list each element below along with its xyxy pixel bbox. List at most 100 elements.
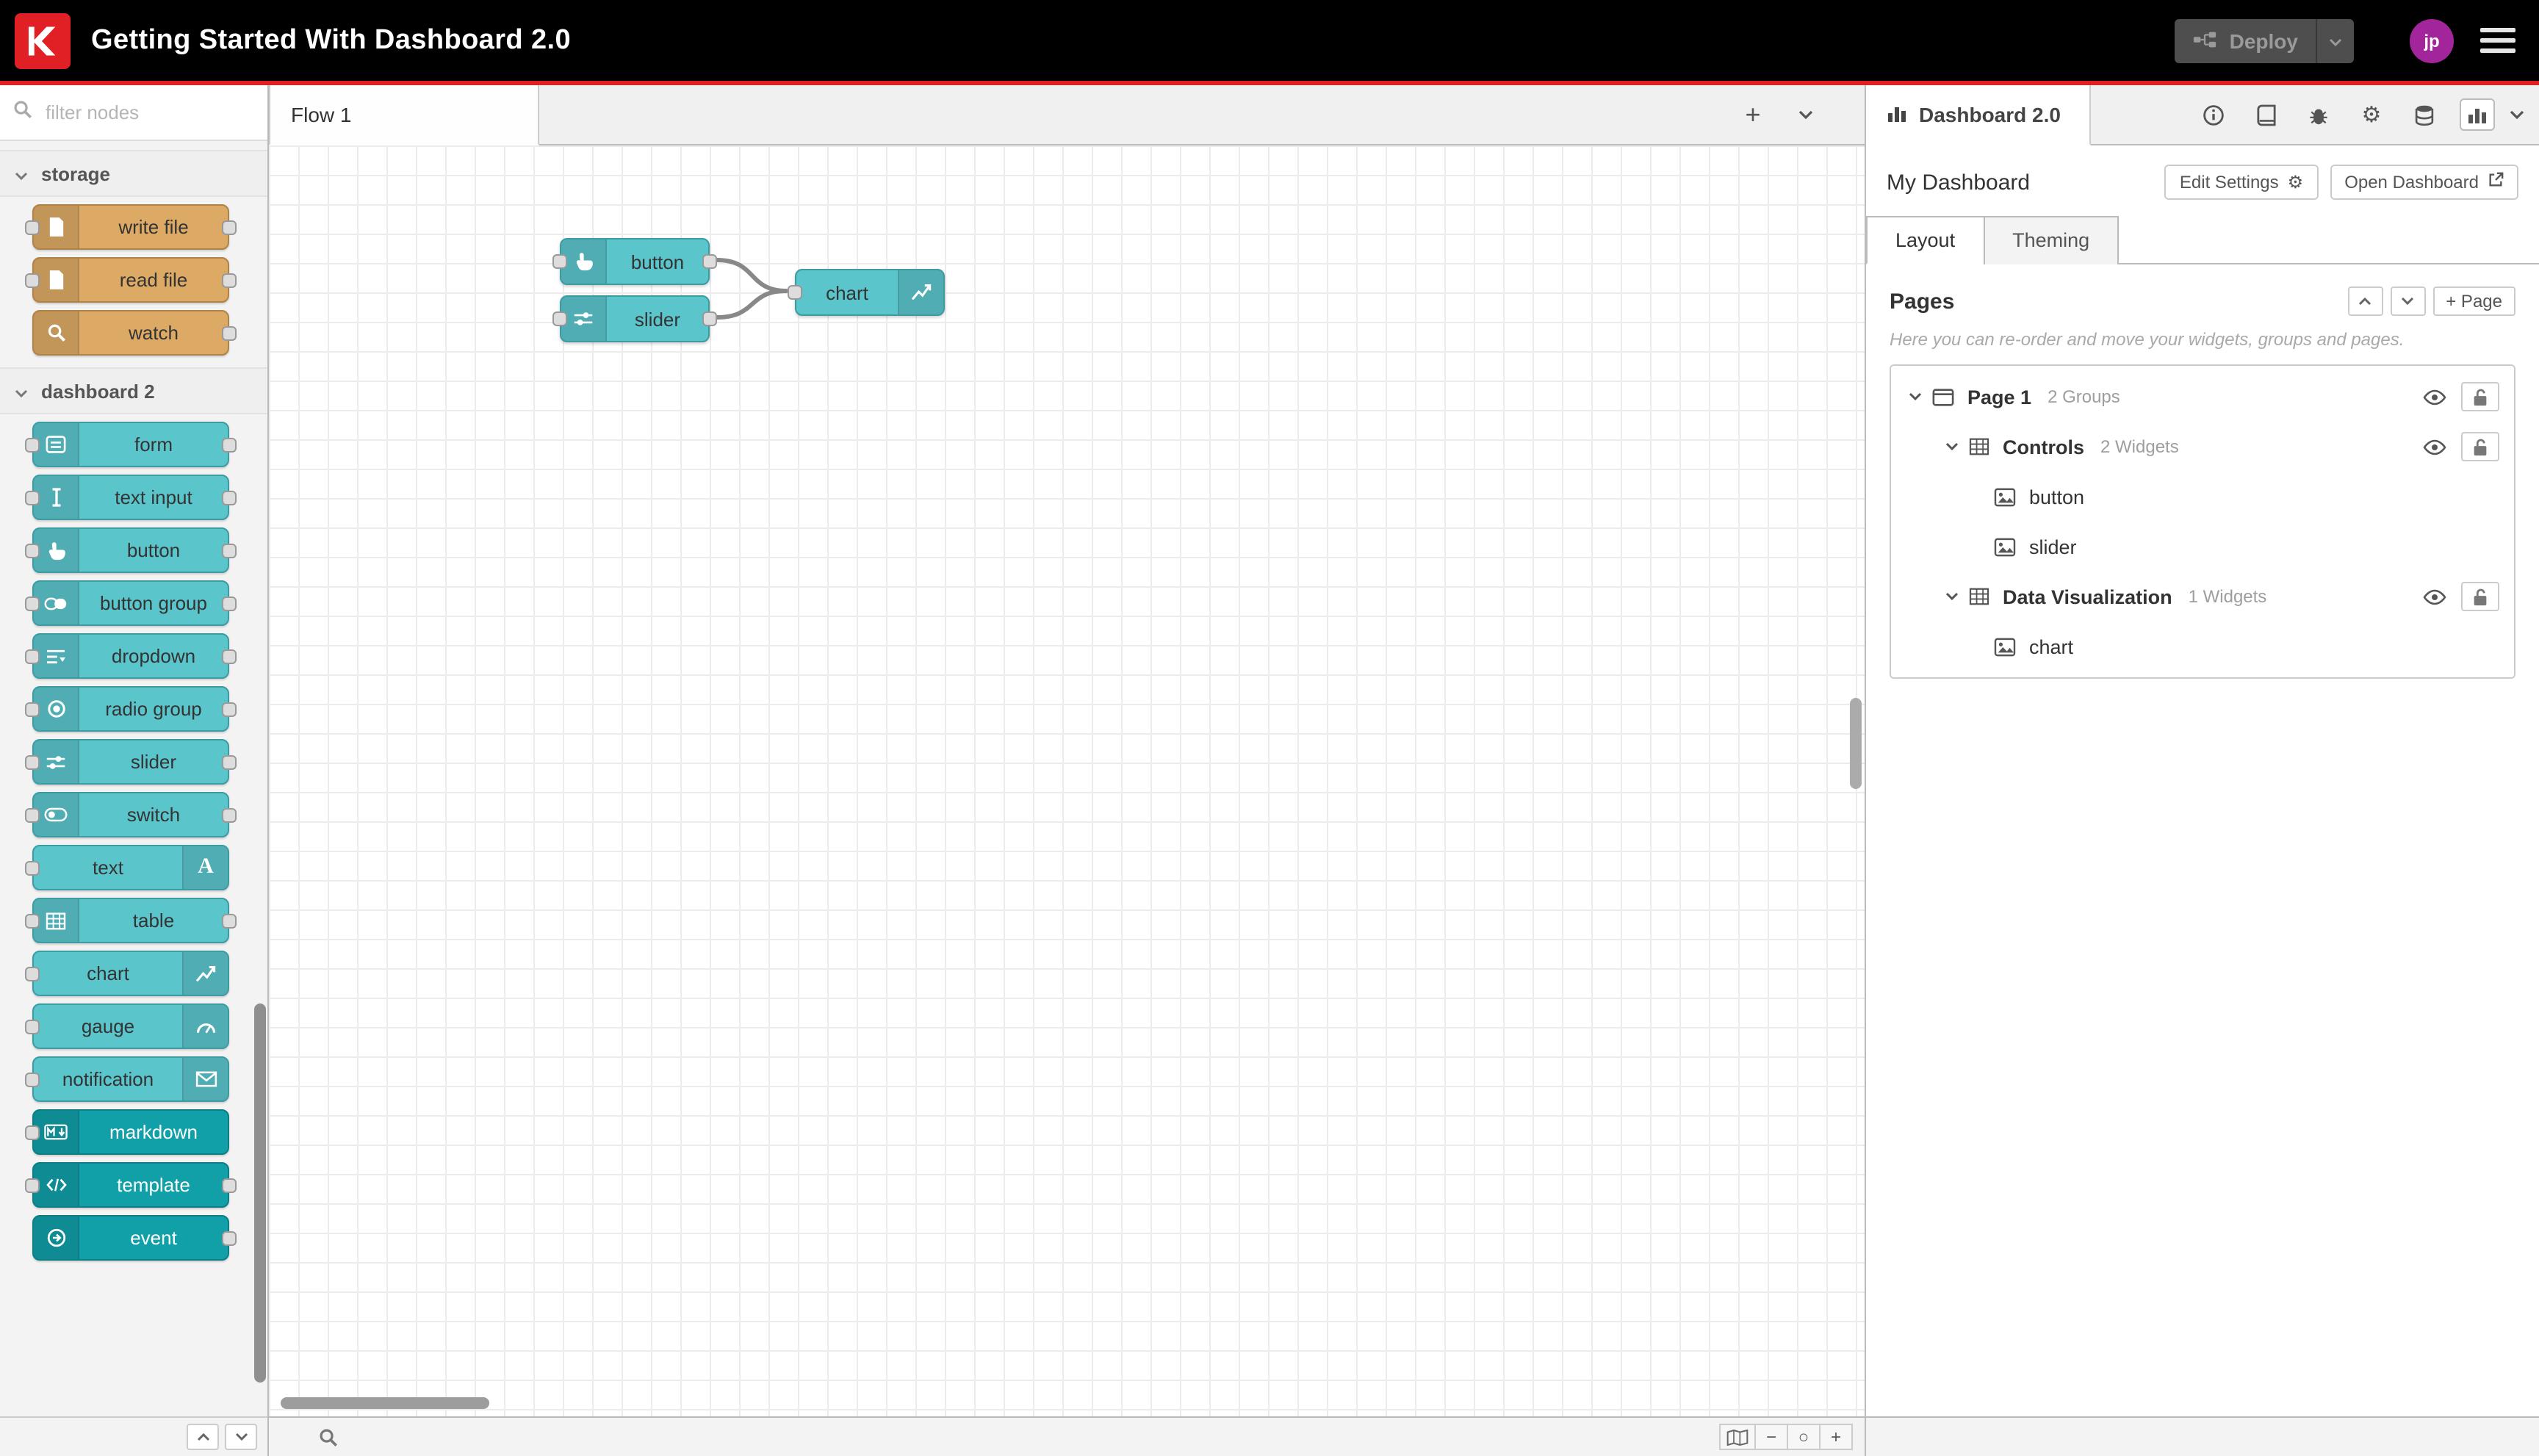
eye-icon[interactable] [2423,439,2446,455]
help-book-icon[interactable] [2248,98,2283,131]
tree-row-widget-slider[interactable]: slider [1891,522,2514,572]
palette-category-dashboard-2[interactable]: dashboard 2 [0,367,267,414]
palette-node-table[interactable]: table [25,898,237,943]
palette-collapse-all-button[interactable] [187,1424,219,1450]
tree-row-page-1[interactable]: Page 1 2 Groups [1891,372,2514,422]
tree-row-group-controls[interactable]: Controls 2 Widgets [1891,422,2514,472]
palette-expand-all-button[interactable] [225,1424,257,1450]
gear-icon[interactable]: ⚙ [2354,98,2389,131]
palette-node-watch[interactable]: watch [32,310,237,356]
tree-row-widget-chart[interactable]: chart [1891,621,2514,671]
tree-row-group-data-visualization[interactable]: Data Visualization 1 Widgets [1891,572,2514,621]
palette-node-slider[interactable]: slider [25,739,237,785]
palette-node-switch[interactable]: switch [25,792,237,837]
node-input-port [25,437,40,452]
deploy-button[interactable]: Deploy [2175,18,2316,62]
tree-row-widget-button[interactable]: button [1891,472,2514,522]
palette-node-event[interactable]: event [32,1215,237,1261]
palette-node-radio-group[interactable]: radio group [25,686,237,732]
node-input-port [25,1019,40,1034]
palette-node-chart[interactable]: chart [25,951,229,996]
add-page-button[interactable]: + Page [2432,286,2515,316]
zoom-out-button[interactable]: − [1754,1424,1788,1450]
chevron-down-icon[interactable] [1945,592,1959,601]
flow-workspace[interactable]: button slider chart [269,145,1865,1416]
palette-node-template[interactable]: template [25,1162,237,1208]
node-input-port [25,913,40,928]
wire-slider-to-chart[interactable] [715,289,788,320]
user-avatar[interactable]: jp [2410,18,2454,62]
palette-node-dropdown[interactable]: dropdown [25,633,237,679]
node-label: table [132,909,175,931]
canvas-horizontal-scrollbar[interactable] [281,1397,489,1409]
palette-node-markdown[interactable]: markdown [25,1109,229,1155]
palette-scroll-area: storage write file read file watch dashb… [0,141,267,1416]
sidebar-menu-button[interactable] [2504,85,2539,144]
palette-node-gauge[interactable]: gauge [25,1003,229,1049]
pages-header: Pages + Page [1890,286,2515,316]
unlock-icon[interactable] [2461,432,2499,461]
hand-pointer-icon [34,529,79,572]
context-data-icon[interactable] [2407,98,2442,131]
navigator-button[interactable] [1719,1424,1756,1450]
node-label: write file [118,216,189,238]
node-input-port[interactable] [552,254,567,269]
tree-row-controls [2423,432,2499,461]
wire-button-to-chart[interactable] [715,258,788,293]
palette-node-button[interactable]: button [25,527,237,573]
collapse-pages-button[interactable] [2347,286,2383,316]
deploy-icon [2193,29,2218,52]
open-dashboard-button[interactable]: Open Dashboard [2330,165,2518,200]
palette-scrollbar-thumb[interactable] [254,1003,266,1383]
unlock-icon[interactable] [2461,382,2499,411]
tree-row-controls [2423,582,2499,611]
node-output-port [222,596,237,610]
eye-icon[interactable] [2423,588,2446,605]
external-link-icon [2488,172,2504,192]
palette-node-text-input[interactable]: text input [25,475,237,520]
sidebar-tab-dashboard[interactable]: Dashboard 2.0 [1866,85,2092,145]
flow-node-button[interactable]: button [552,238,717,285]
palette-node-button-group[interactable]: button group [25,580,237,626]
palette-node-read-file[interactable]: read file [25,257,237,303]
canvas-vertical-scrollbar[interactable] [1850,698,1862,789]
add-flow-button[interactable]: + [1735,97,1771,132]
palette-node-write-file[interactable]: write file [25,204,237,250]
deploy-options-button[interactable] [2316,18,2354,62]
palette-filter-input[interactable] [43,100,254,125]
info-icon[interactable] [2195,98,2230,131]
node-output-port[interactable] [702,254,717,269]
chevron-down-icon[interactable] [1945,442,1959,451]
flow-node-chart[interactable]: chart [788,269,945,316]
main-menu-button[interactable] [2480,28,2515,53]
palette-node-notification[interactable]: notification [25,1056,229,1102]
edit-settings-button[interactable]: Edit Settings ⚙ [2164,165,2319,200]
eye-icon[interactable] [2423,389,2446,405]
node-input-port[interactable] [552,311,567,326]
tree-item-meta: 2 Widgets [2100,436,2179,457]
node-output-port [222,702,237,716]
workspace-tab-flow-1[interactable]: Flow 1 [269,85,539,145]
node-label: event [130,1227,177,1249]
tree-item-label: chart [2029,635,2074,657]
debug-bug-icon[interactable] [2301,98,2336,131]
expand-pages-button[interactable] [2390,286,2426,316]
flow-node-slider[interactable]: slider [552,295,717,342]
chevron-down-icon[interactable] [1909,392,1922,401]
wires-layer [715,258,788,320]
node-output-port[interactable] [702,311,717,326]
zoom-reset-button[interactable]: ○ [1787,1424,1820,1450]
group-grid-icon [1969,588,1989,605]
dashboard-title: My Dashboard [1887,170,2031,195]
search-flows-button[interactable] [319,1427,338,1446]
palette-node-text[interactable]: A text [25,845,229,890]
tab-theming[interactable]: Theming [1983,216,2120,264]
tab-layout[interactable]: Layout [1866,216,1985,264]
node-input-port[interactable] [788,285,802,300]
zoom-in-button[interactable]: + [1819,1424,1853,1450]
unlock-icon[interactable] [2461,582,2499,611]
palette-node-form[interactable]: form [25,422,237,467]
palette-category-storage[interactable]: storage [0,150,267,197]
dashboard-sidebar-icon[interactable] [2460,98,2495,131]
flow-list-button[interactable] [1788,97,1823,132]
